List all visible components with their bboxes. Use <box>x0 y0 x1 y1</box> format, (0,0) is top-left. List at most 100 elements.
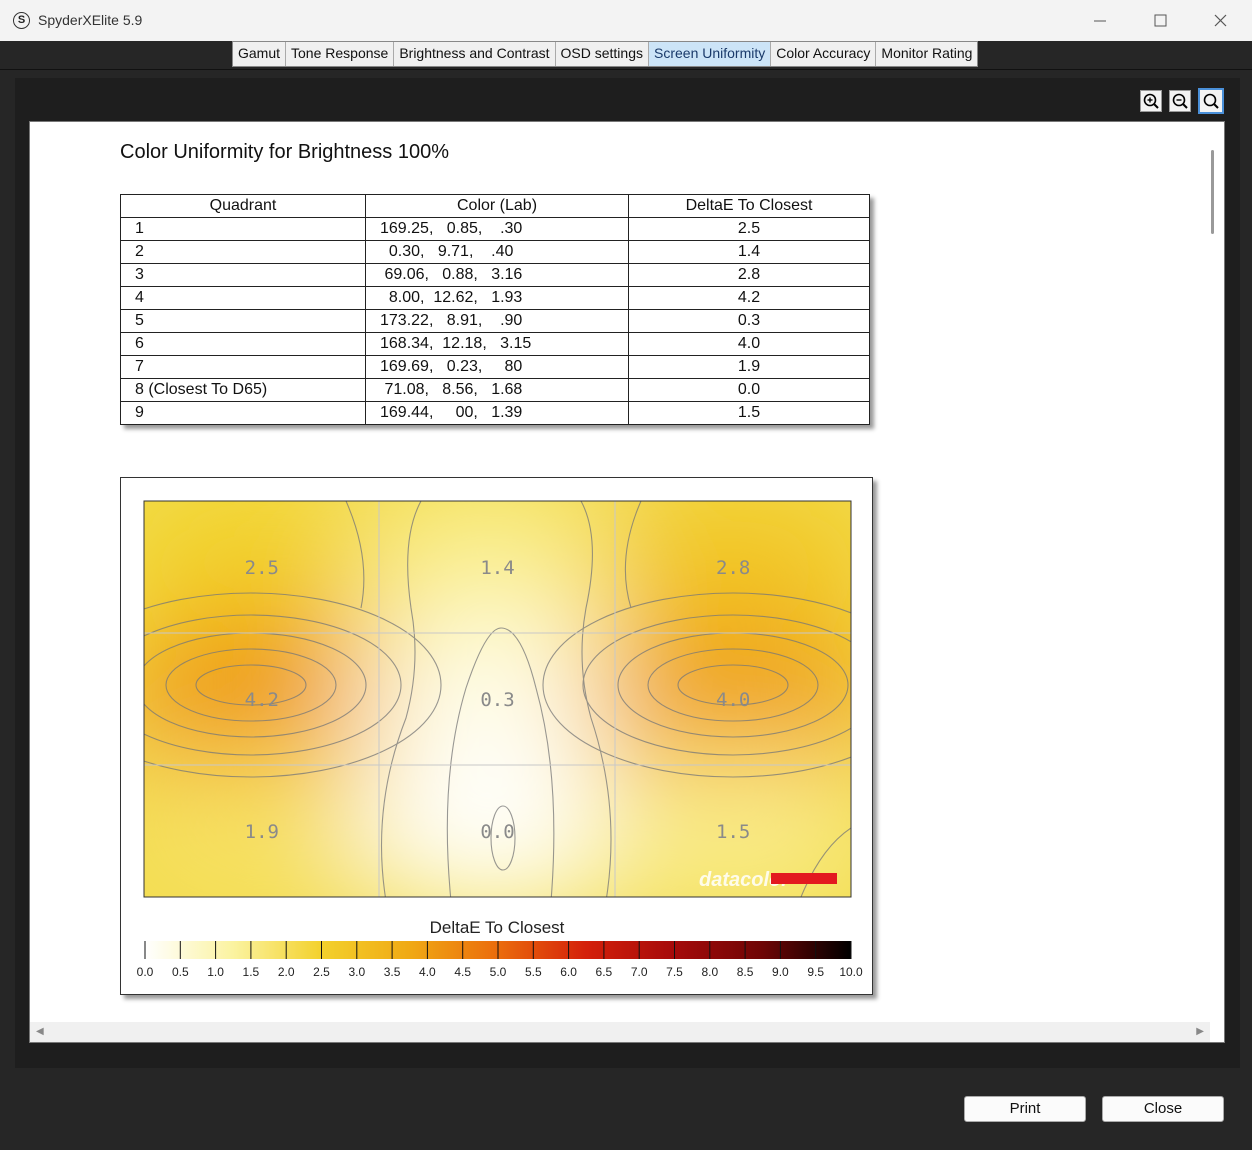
quadrant-cell: 2 <box>120 240 366 264</box>
heatmap-value-label: 4.2 <box>245 689 279 711</box>
zoom-out-button[interactable] <box>1169 90 1191 112</box>
colorbar-tick-label: 0.0 <box>137 965 154 979</box>
quadrant-cell: 8 (Closest To D65) <box>120 378 366 402</box>
window-title: SpyderXElite 5.9 <box>38 12 143 28</box>
table-header-row: Quadrant Color (Lab) DeltaE To Closest <box>120 194 870 218</box>
colorbar-tick-label: 1.5 <box>243 965 260 979</box>
deltae-cell: 1.5 <box>628 401 870 425</box>
quadrant-cell: 4 <box>120 286 366 310</box>
table-row: 5 173.22, 8.91, .90 0.3 <box>120 309 870 333</box>
colorbar-tick-label: 1.0 <box>207 965 224 979</box>
quadrant-cell: 1 <box>120 217 366 241</box>
lab-cell: 71.08, 8.56, 1.68 <box>365 378 629 402</box>
zoom-in-icon <box>1143 93 1159 109</box>
table-row: 2 0.30, 9.71, .40 1.4 <box>120 240 870 264</box>
tab-osd-settings[interactable]: OSD settings <box>555 42 649 66</box>
deltae-cell: 2.8 <box>628 263 870 287</box>
tab-brightness-and-contrast[interactable]: Brightness and Contrast <box>394 42 556 66</box>
lab-cell: 168.34, 12.18, 3.15 <box>365 332 629 356</box>
deltae-cell: 1.9 <box>628 355 870 379</box>
close-window-button[interactable] <box>1206 8 1236 34</box>
table-row: 1 169.25, 0.85, .30 2.5 <box>120 217 870 241</box>
header-quadrant: Quadrant <box>120 194 366 218</box>
colorbar-tick-label: 3.0 <box>348 965 365 979</box>
table-row: 9 169.44, 00, 1.39 1.5 <box>120 401 870 425</box>
heatmap-value-label: 0.3 <box>480 689 514 711</box>
vertical-scroll-thumb[interactable] <box>1211 150 1214 234</box>
table-row: 7 169.69, 0.23, 80 1.9 <box>120 355 870 379</box>
lab-cell: 8.00, 12.62, 1.93 <box>365 286 629 310</box>
deltae-cell: 0.0 <box>628 378 870 402</box>
colorbar-tick-label: 9.0 <box>772 965 789 979</box>
quadrant-cell: 6 <box>120 332 366 356</box>
colorbar-tick-label: 0.5 <box>172 965 189 979</box>
heatmap-value-label: 2.5 <box>245 557 279 579</box>
scroll-left-icon[interactable]: ◀ <box>36 1026 44 1037</box>
zoom-fit-button[interactable] <box>1198 88 1224 114</box>
close-button[interactable]: Close <box>1102 1096 1224 1122</box>
lab-cell: 0.30, 9.71, .40 <box>365 240 629 264</box>
report-document: Color Uniformity for Brightness 100% Qua… <box>29 121 1225 1043</box>
colorbar-tick-label: 6.5 <box>596 965 613 979</box>
colorbar-tick-label: 5.5 <box>525 965 542 979</box>
lab-cell: 169.69, 0.23, 80 <box>365 355 629 379</box>
colorbar-tick-label: 2.5 <box>313 965 330 979</box>
uniformity-chart-frame: 2.5 1.4 2.8 4.2 0.3 4.0 1.9 0.0 1.5 datacolor De… <box>120 477 873 995</box>
deltae-cell: 1.4 <box>628 240 870 264</box>
colorbar-tick-label: 8.0 <box>701 965 718 979</box>
tab-bar: Gamut Tone Response Brightness and Contras… <box>232 41 979 67</box>
horizontal-scrollbar[interactable]: ◀ ▶ <box>30 1022 1210 1042</box>
table-row: 8 (Closest To D65) 71.08, 8.56, 1.68 0.0 <box>120 378 870 402</box>
colorbar-tick-label: 8.5 <box>737 965 754 979</box>
report-title: Color Uniformity for Brightness 100% <box>120 141 450 163</box>
datacolor-watermark-bar <box>771 873 837 884</box>
deltae-cell: 2.5 <box>628 217 870 241</box>
minimize-icon <box>1094 20 1106 22</box>
zoom-in-button[interactable] <box>1140 90 1162 112</box>
tab-gamut[interactable]: Gamut <box>233 42 287 66</box>
heatmap-value-label: 1.9 <box>245 821 279 843</box>
deltae-cell: 4.0 <box>628 332 870 356</box>
title-bar: S SpyderXElite 5.9 <box>0 0 1252 41</box>
zoom-fit-icon <box>1203 93 1219 109</box>
close-icon <box>1214 14 1227 27</box>
colorbar-title: DeltaE To Closest <box>430 918 565 937</box>
app-logo-icon: S <box>13 12 30 29</box>
minimize-button[interactable] <box>1086 8 1116 34</box>
deltae-cell: 4.2 <box>628 286 870 310</box>
colorbar-tick-label: 9.5 <box>807 965 824 979</box>
maximize-icon <box>1154 14 1167 27</box>
lab-cell: 173.22, 8.91, .90 <box>365 309 629 333</box>
zoom-out-icon <box>1172 93 1188 109</box>
tab-color-accuracy[interactable]: Color Accuracy <box>771 42 877 66</box>
heatmap-value-label: 1.5 <box>716 821 750 843</box>
uniformity-heatmap-chart: 2.5 1.4 2.84.2 0.3 4.01.9 0.0 1.5 datacolor De… <box>137 500 863 979</box>
header-color-lab: Color (Lab) <box>365 194 629 218</box>
colorbar-tick-label: 6.0 <box>560 965 577 979</box>
print-button[interactable]: Print <box>964 1096 1086 1122</box>
colorbar-tick-label: 7.0 <box>631 965 648 979</box>
lab-cell: 169.44, 00, 1.39 <box>365 401 629 425</box>
deltae-cell: 0.3 <box>628 309 870 333</box>
header-deltae: DeltaE To Closest <box>628 194 870 218</box>
colorbar-tick-label: 10.0 <box>839 965 863 979</box>
heatmap-plot: 2.5 1.4 2.84.2 0.3 4.01.9 0.0 1.5 datacolor <box>144 501 851 897</box>
tab-screen-uniformity[interactable]: Screen Uniformity <box>649 42 772 66</box>
tab-monitor-rating[interactable]: Monitor Rating <box>876 42 978 66</box>
scroll-right-icon[interactable]: ▶ <box>1196 1026 1204 1037</box>
heatmap-value-label: 2.8 <box>716 557 750 579</box>
colorbar-tick-label: 4.0 <box>419 965 436 979</box>
colorbar-tick-label: 4.5 <box>454 965 471 979</box>
lab-cell: 69.06, 0.88, 3.16 <box>365 263 629 287</box>
colorbar-tick-label: 7.5 <box>666 965 683 979</box>
quadrant-cell: 9 <box>120 401 366 425</box>
maximize-button[interactable] <box>1146 8 1176 34</box>
colorbar-tick-label: 2.0 <box>278 965 295 979</box>
quadrant-cell: 3 <box>120 263 366 287</box>
vertical-scrollbar[interactable] <box>1205 126 1221 1022</box>
tab-tone-response[interactable]: Tone Response <box>286 42 395 66</box>
table-row: 3 69.06, 0.88, 3.16 2.8 <box>120 263 870 287</box>
table-row: 6 168.34, 12.18, 3.15 4.0 <box>120 332 870 356</box>
colorbar-tick-label: 3.5 <box>384 965 401 979</box>
lab-cell: 169.25, 0.85, .30 <box>365 217 629 241</box>
